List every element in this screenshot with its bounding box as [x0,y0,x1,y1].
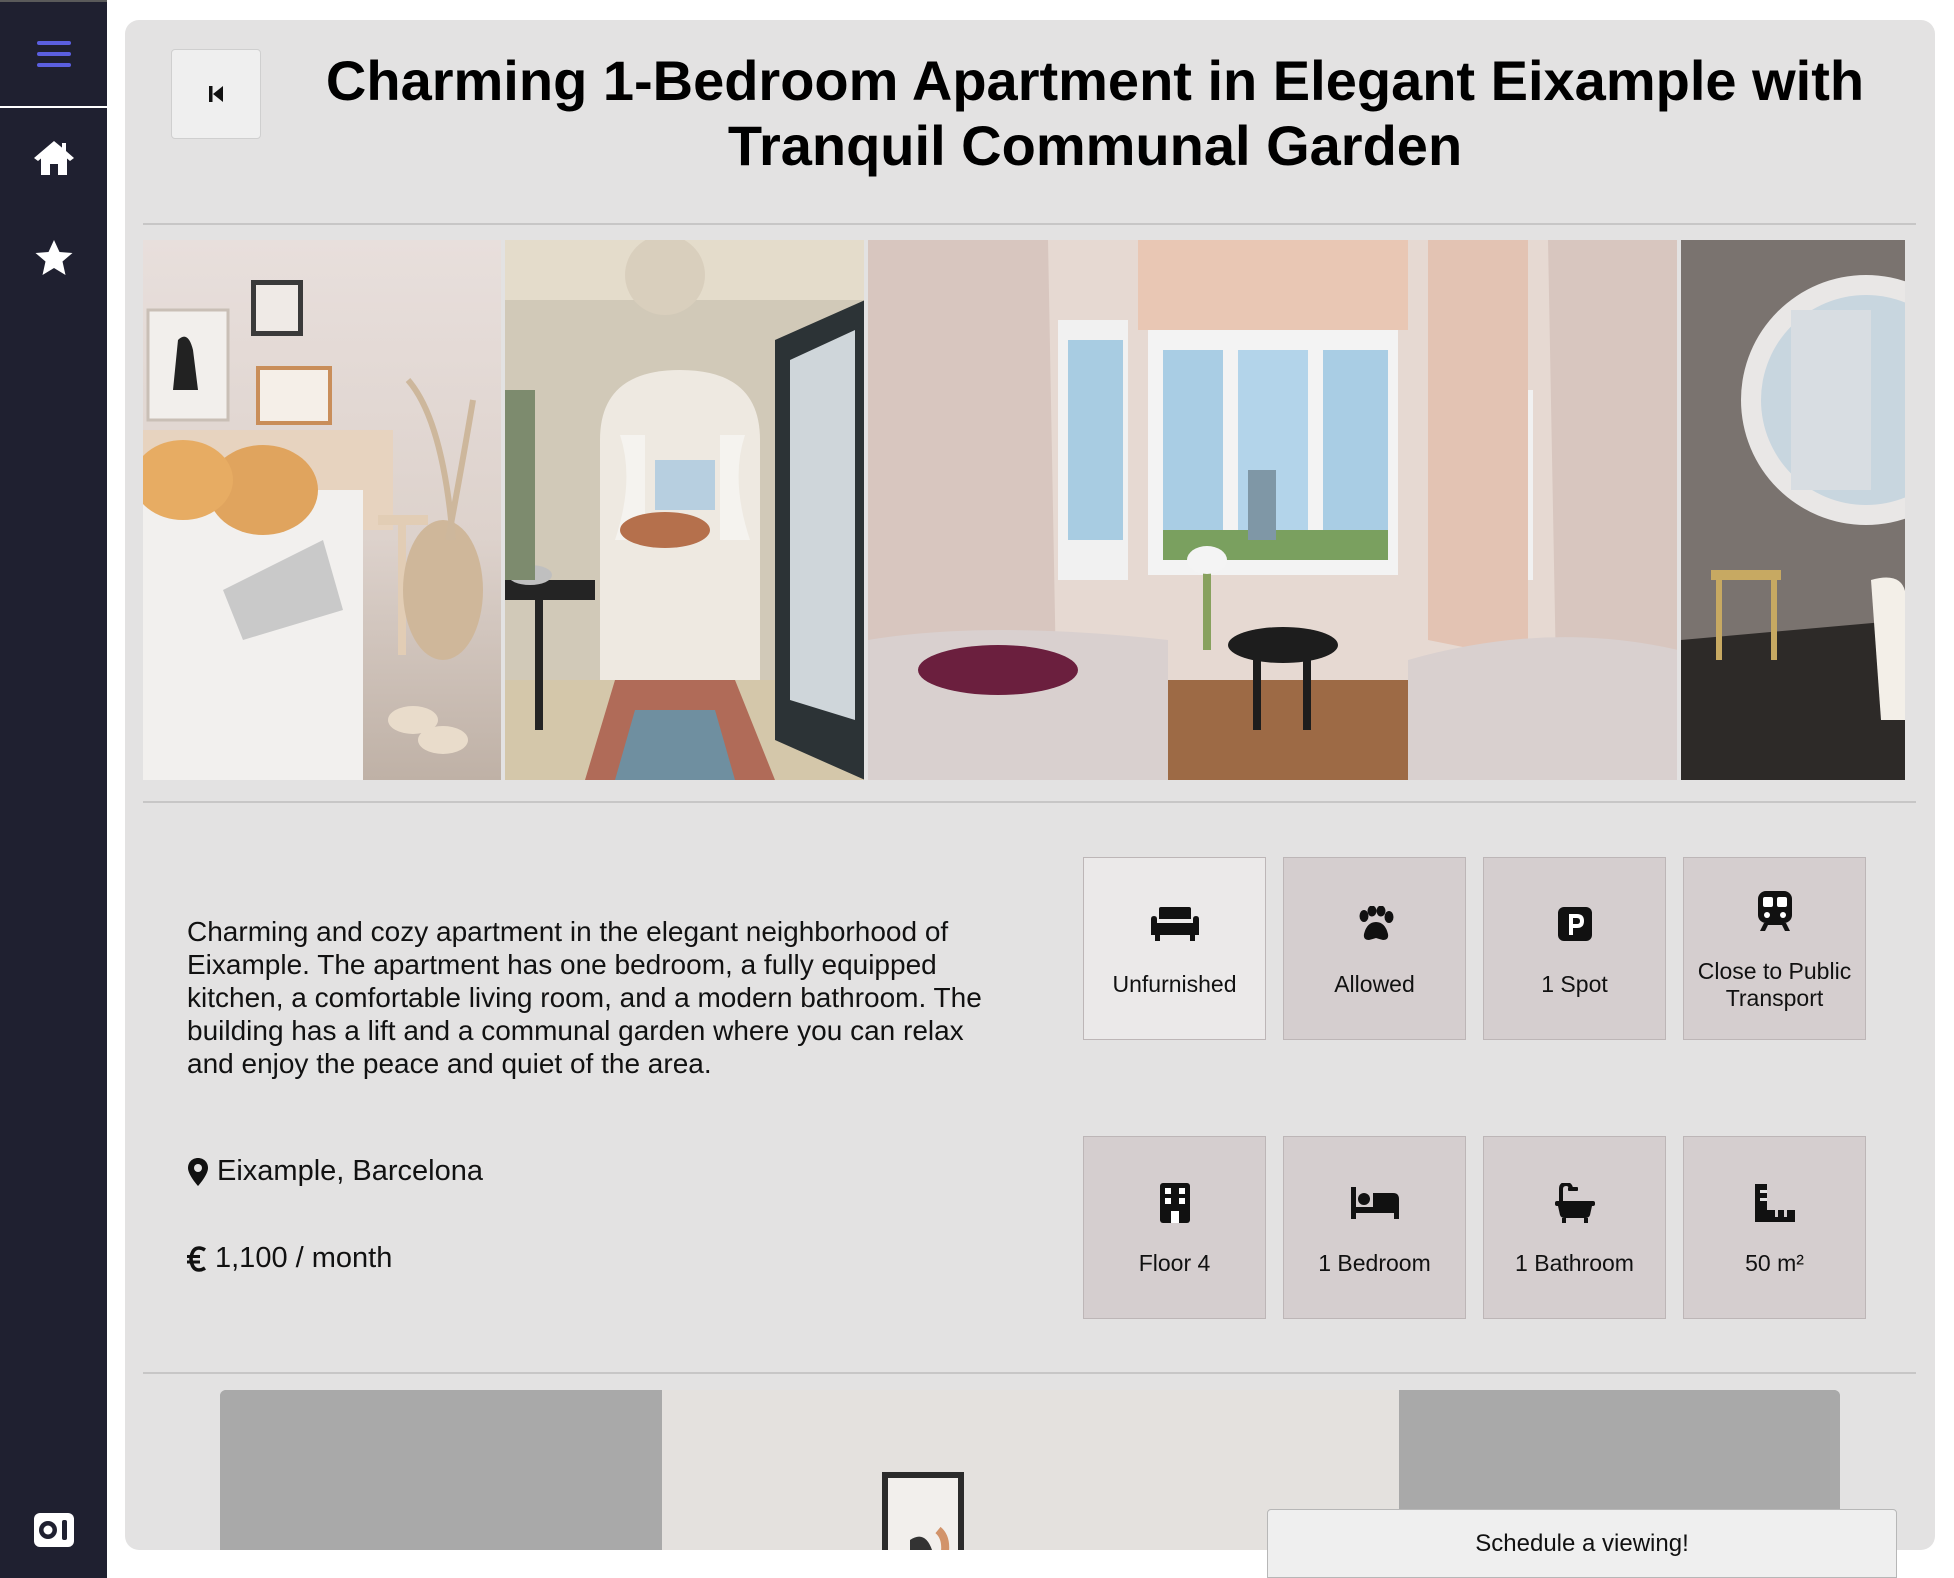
skip-back-icon [209,86,223,102]
feature-furnishing: Unfurnished [1083,857,1266,1040]
radio-icon [33,1513,74,1547]
feature-label: 1 Spot [1541,971,1608,997]
divider [143,223,1916,225]
feature-transport: Close to Public Transport [1683,857,1866,1040]
feature-label: 50 m² [1745,1250,1804,1276]
feature-floor: Floor 4 [1083,1136,1266,1319]
paw-icon [1359,906,1393,940]
feature-parking: 1 Spot [1483,857,1666,1040]
bath-icon [1554,1183,1595,1223]
round-window-photo[interactable] [1680,240,1905,780]
feature-label: Floor 4 [1138,1250,1211,1276]
feature-bathrooms: 1 Bathroom [1483,1136,1666,1319]
map-pin-icon [188,1157,208,1186]
listing-title: Charming 1-Bedroom Apartment in Elegant … [325,49,1865,177]
price-text: 1,100 / month [215,1242,393,1274]
sidebar-item-radio[interactable] [0,1500,107,1560]
ruler-icon [1754,1184,1795,1222]
divider [143,1372,1916,1374]
train-icon [1757,890,1792,931]
sidebar-item-favorites[interactable] [0,208,107,308]
hallway-bathroom-photo[interactable] [505,240,865,780]
parking-icon [1557,907,1592,941]
feature-label: Allowed [1334,971,1415,997]
sofa-icon [1150,907,1199,941]
feature-pets: Allowed [1283,857,1466,1040]
divider [143,801,1916,803]
hamburger-icon [36,41,71,67]
bedroom-photo[interactable] [143,240,502,780]
photo-gallery[interactable] [143,240,1905,780]
schedule-viewing-button[interactable]: Schedule a viewing! [1267,1509,1897,1578]
listing-description: Charming and cozy apartment in the elega… [187,916,982,1079]
sidebar-item-home[interactable] [0,108,107,208]
home-icon [33,141,74,175]
feature-area: 50 m² [1683,1136,1866,1319]
feature-label: 1 Bedroom [1318,1250,1431,1276]
feature-label: Unfurnished [1112,971,1237,997]
feature-label: 1 Bathroom [1515,1250,1634,1276]
listing-card: Charming 1-Bedroom Apartment in Elegant … [125,20,1935,1550]
sidebar [0,0,107,1578]
back-button[interactable] [171,49,261,139]
menu-button[interactable] [0,2,107,108]
feature-bedrooms: 1 Bedroom [1283,1136,1466,1319]
building-icon [1159,1183,1190,1223]
euro-icon [187,1245,206,1272]
feature-label: Close to Public Transport [1697,957,1852,1011]
listing-location: Eixample, Barcelona [187,1155,483,1188]
living-room-photo[interactable] [868,240,1677,780]
location-text: Eixample, Barcelona [217,1155,483,1187]
listing-price: 1,100 / month [187,1242,392,1275]
bed-icon [1350,1187,1399,1219]
star-icon [35,240,72,275]
